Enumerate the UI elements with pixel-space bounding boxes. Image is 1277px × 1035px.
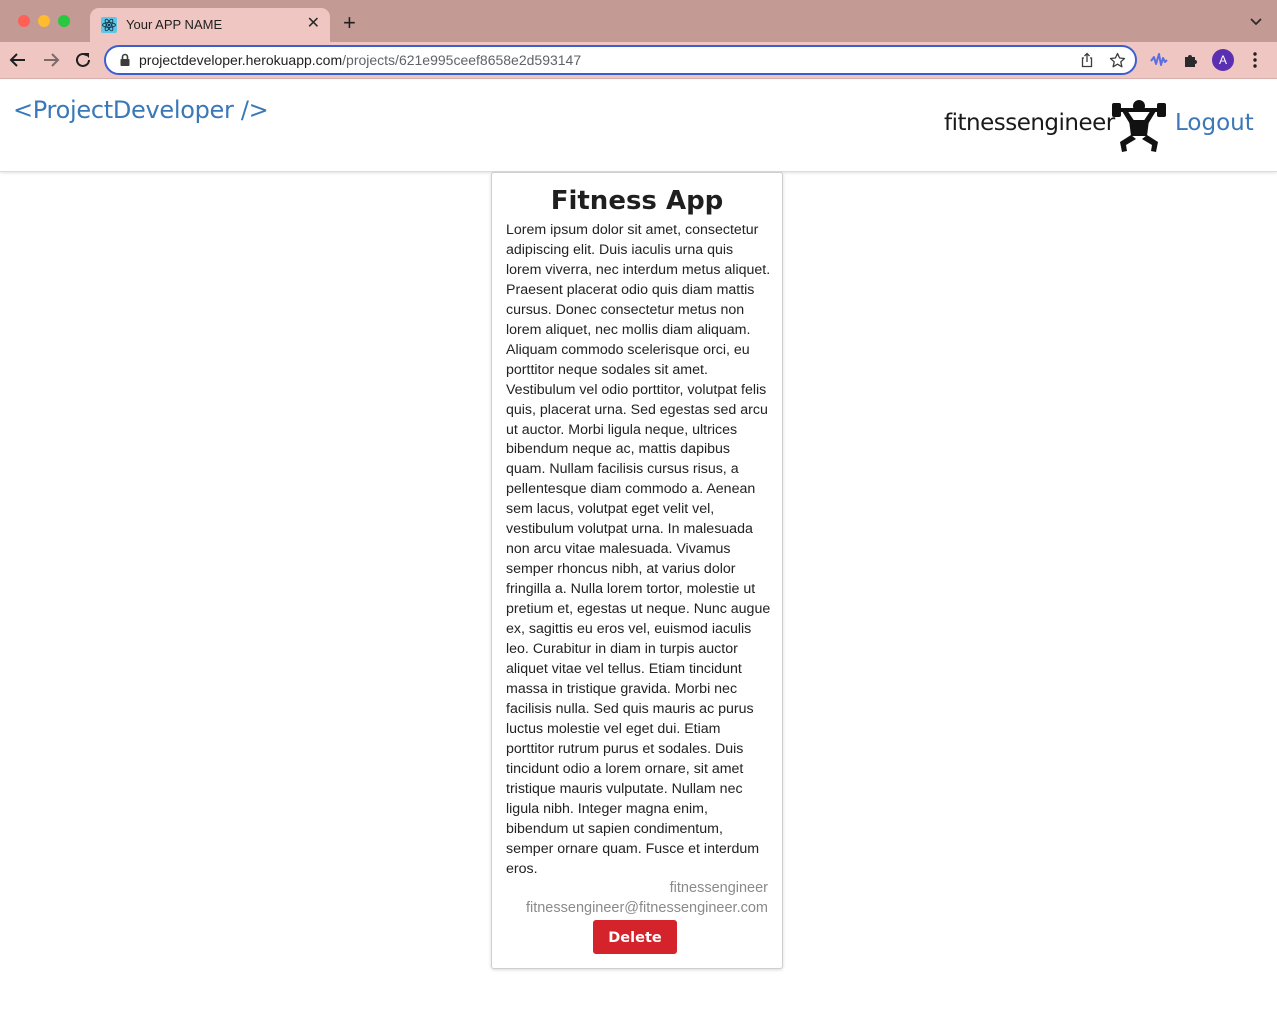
profile-avatar[interactable]: A bbox=[1212, 49, 1234, 71]
project-author: fitnessengineer bbox=[669, 880, 768, 896]
browser-tab[interactable]: Your APP NAME ✕ bbox=[90, 8, 330, 42]
new-tab-icon[interactable]: + bbox=[343, 12, 356, 34]
username-label: fitnessengineer bbox=[944, 110, 1115, 136]
brand-logo-link[interactable]: <ProjectDeveloper /> bbox=[13, 96, 269, 124]
project-description: Lorem ipsum dolor sit amet, consectetur … bbox=[506, 222, 771, 877]
browser-toolbar: projectdeveloper.herokuapp.com/projects/… bbox=[0, 42, 1277, 79]
project-title: Fitness App bbox=[550, 186, 724, 216]
project-author-email: fitnessengineer@fitnessengineer.com bbox=[525, 900, 768, 916]
reload-icon[interactable] bbox=[74, 51, 92, 69]
address-bar[interactable]: projectdeveloper.herokuapp.com/projects/… bbox=[104, 45, 1137, 75]
delete-button[interactable]: Delete bbox=[593, 920, 677, 954]
tab-title: Your APP NAME bbox=[126, 17, 223, 32]
minimize-window-button[interactable] bbox=[38, 15, 50, 27]
logout-link[interactable]: Logout bbox=[1175, 110, 1254, 136]
close-window-button[interactable] bbox=[18, 15, 30, 27]
weightlifter-icon bbox=[1112, 100, 1166, 152]
lock-icon[interactable] bbox=[118, 53, 132, 67]
bookmark-star-icon[interactable] bbox=[1109, 52, 1126, 69]
project-card: Fitness App Lorem ipsum dolor sit amet, … bbox=[491, 172, 783, 969]
back-arrow-icon[interactable] bbox=[9, 51, 27, 69]
url-path: /projects/621e995ceef8658e2d593147 bbox=[342, 52, 582, 68]
site-navbar: <ProjectDeveloper /> fitnessengineer Log… bbox=[0, 80, 1277, 172]
close-tab-icon[interactable]: ✕ bbox=[307, 15, 320, 33]
chevron-down-icon[interactable] bbox=[1249, 14, 1263, 28]
forward-arrow-icon[interactable] bbox=[42, 51, 60, 69]
extension-waveform-icon[interactable] bbox=[1150, 51, 1168, 69]
more-vert-icon[interactable] bbox=[1248, 51, 1262, 69]
react-logo-icon bbox=[101, 17, 117, 33]
maximize-window-button[interactable] bbox=[58, 15, 70, 27]
share-icon[interactable] bbox=[1079, 52, 1095, 68]
browser-tab-strip: Your APP NAME ✕ + bbox=[0, 0, 1277, 42]
url-text[interactable]: projectdeveloper.herokuapp.com/projects/… bbox=[139, 52, 581, 68]
extensions-puzzle-icon[interactable] bbox=[1182, 51, 1200, 69]
url-host: projectdeveloper.herokuapp.com bbox=[139, 52, 343, 68]
